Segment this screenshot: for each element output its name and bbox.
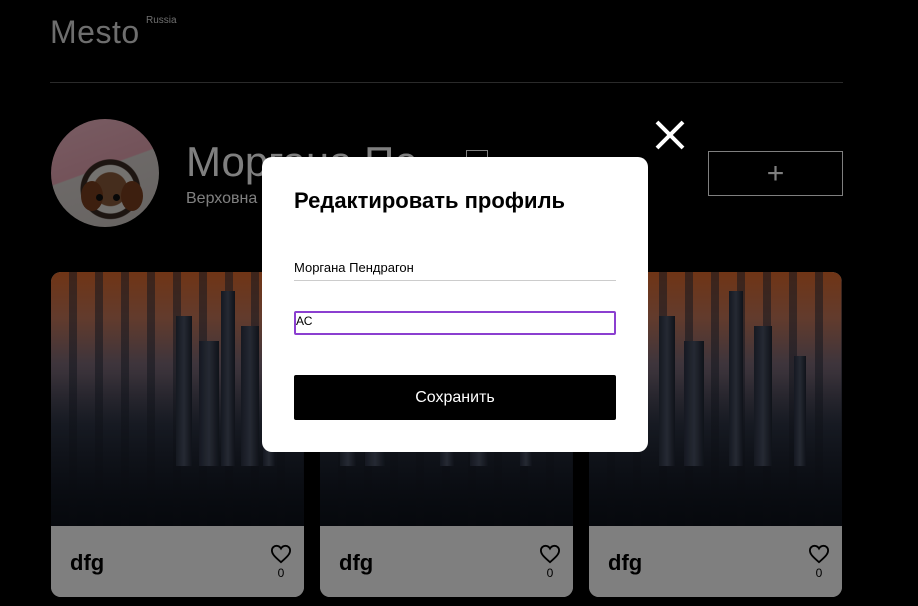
name-input[interactable]: [294, 255, 616, 281]
save-button[interactable]: Сохранить: [294, 375, 616, 420]
modal-title: Редактировать профиль: [294, 188, 566, 213]
edit-profile-modal: Редактировать профиль Сохранить: [262, 157, 648, 452]
about-input[interactable]: [294, 311, 616, 335]
close-icon[interactable]: [652, 117, 688, 153]
